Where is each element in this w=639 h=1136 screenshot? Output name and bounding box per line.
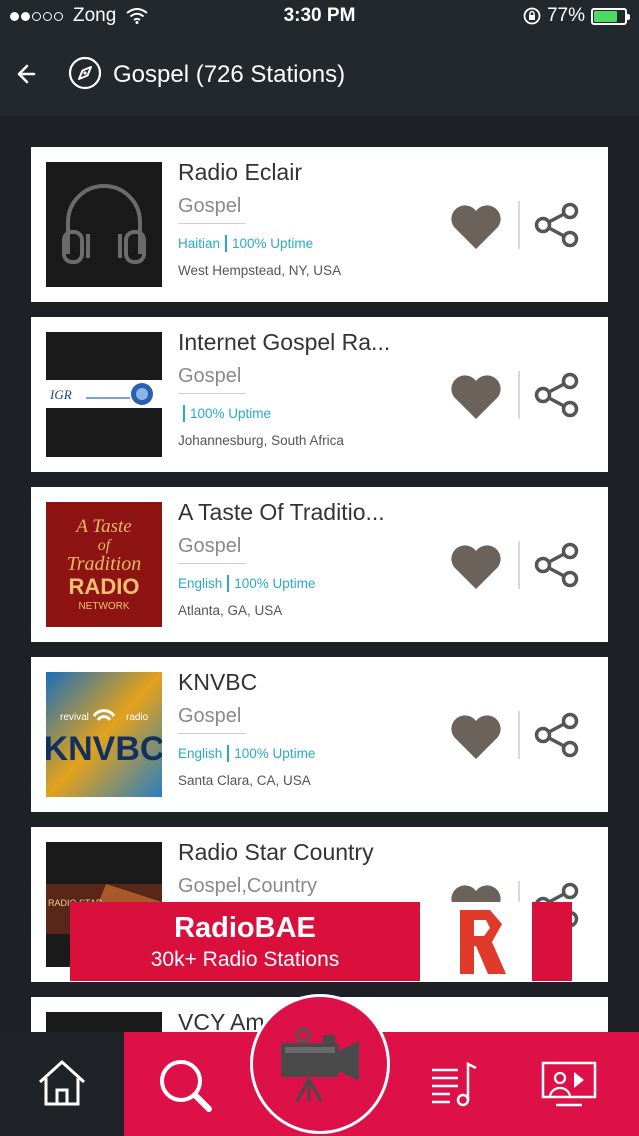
- station-logo: revival radio KNVBC: [46, 672, 162, 797]
- station-language: English: [178, 746, 223, 761]
- divider: [518, 371, 520, 419]
- station-uptime: 100% Uptime: [234, 746, 316, 761]
- station-name[interactable]: KNVBC: [178, 669, 257, 696]
- svg-text:NETWORK: NETWORK: [78, 601, 129, 612]
- divider: [518, 541, 520, 589]
- heart-icon[interactable]: [449, 543, 503, 591]
- station-genre: Gospel: [178, 535, 246, 564]
- svg-text:A Taste: A Taste: [74, 516, 131, 537]
- station-logo: [46, 1012, 162, 1032]
- radiobae-logo-icon: [460, 902, 552, 981]
- station-uptime: 100% Uptime: [232, 236, 314, 251]
- status-bar: Zong 3:30 PM 77%: [0, 0, 639, 32]
- battery-group: 77%: [523, 5, 630, 27]
- svg-text:KNVBC: KNVBC: [46, 730, 162, 768]
- playlist-icon[interactable]: [428, 1058, 480, 1110]
- station-card[interactable]: revival radio KNVBC KNVBC Gospel English…: [31, 657, 608, 812]
- divider: [518, 711, 520, 759]
- station-location: West Hempstead, NY, USA: [178, 263, 342, 278]
- heart-icon[interactable]: [449, 203, 503, 251]
- video-icon[interactable]: [540, 1060, 598, 1110]
- app-header: Gospel (726 Stations): [0, 32, 639, 116]
- heart-icon[interactable]: [449, 373, 503, 421]
- taste-of-tradition-logo: A Taste of Tradition RADIO NETWORK: [46, 502, 162, 627]
- svg-text:IGR: IGR: [49, 387, 72, 402]
- divider: [518, 201, 520, 249]
- headphones-icon: [62, 184, 146, 264]
- share-icon[interactable]: [534, 542, 580, 588]
- station-card[interactable]: IGR Internet Gospel Ra... Gospel 100% Up…: [31, 317, 608, 472]
- compass-icon: [68, 56, 102, 90]
- knvbc-logo: revival radio KNVBC: [46, 672, 162, 797]
- ad-subtitle: 30k+ Radio Stations: [150, 948, 340, 971]
- share-icon[interactable]: [534, 202, 580, 248]
- svg-text:RADIO: RADIO: [69, 574, 140, 599]
- station-logo: [46, 162, 162, 287]
- page-title: Gospel (726 Stations): [113, 61, 346, 88]
- share-icon[interactable]: [534, 372, 580, 418]
- battery-icon: [591, 7, 630, 25]
- heart-icon[interactable]: [449, 713, 503, 761]
- station-meta: English 100% Uptime: [178, 745, 315, 762]
- station-location: Atlanta, GA, USA: [178, 603, 283, 618]
- station-language: English: [178, 576, 223, 591]
- ad-banner[interactable]: RadioBAE 30k+ Radio Stations: [70, 902, 572, 981]
- home-icon[interactable]: [36, 1056, 88, 1108]
- rotation-lock-icon: [523, 7, 541, 25]
- ad-title: RadioBAE: [174, 912, 316, 944]
- battery-percent: 77%: [546, 5, 585, 26]
- station-location: Johannesburg, South Africa: [178, 433, 344, 448]
- station-name[interactable]: Radio Eclair: [178, 159, 302, 186]
- ad-logo: [420, 902, 552, 981]
- station-name[interactable]: A Taste Of Traditio...: [178, 499, 385, 526]
- record-camera-icon: [281, 1027, 359, 1102]
- station-uptime: 100% Uptime: [190, 406, 272, 421]
- svg-text:revival: revival: [60, 712, 89, 723]
- station-card[interactable]: Radio Eclair Gospel Haitian 100% Uptime …: [31, 147, 608, 302]
- station-logo: A Taste of Tradition RADIO NETWORK: [46, 502, 162, 627]
- station-logo: IGR: [46, 332, 162, 457]
- station-meta: English 100% Uptime: [178, 575, 315, 592]
- station-card[interactable]: A Taste of Tradition RADIO NETWORK A Tas…: [31, 487, 608, 642]
- station-genre: Gospel: [178, 365, 246, 394]
- station-genre: Gospel,Country: [178, 875, 317, 904]
- station-name[interactable]: Internet Gospel Ra...: [178, 329, 390, 356]
- igr-logo: IGR: [46, 380, 162, 408]
- record-button[interactable]: [250, 994, 390, 1134]
- station-genre: Gospel: [178, 195, 246, 224]
- back-arrow-icon[interactable]: [14, 60, 42, 88]
- search-icon[interactable]: [156, 1056, 214, 1114]
- station-genre: Gospel: [178, 705, 246, 734]
- station-meta: Haitian 100% Uptime: [178, 235, 313, 252]
- station-language: Haitian: [178, 236, 221, 251]
- station-uptime: 100% Uptime: [234, 576, 316, 591]
- station-list[interactable]: Radio Eclair Gospel Haitian 100% Uptime …: [0, 116, 639, 1032]
- svg-text:radio: radio: [126, 712, 149, 723]
- share-icon[interactable]: [534, 712, 580, 758]
- svg-text:Tradition: Tradition: [67, 553, 141, 575]
- station-name[interactable]: Radio Star Country: [178, 839, 374, 866]
- station-meta: 100% Uptime: [178, 405, 271, 422]
- station-location: Santa Clara, CA, USA: [178, 773, 311, 788]
- nav-home[interactable]: [0, 1032, 124, 1136]
- station-name[interactable]: VCY Am: [178, 1009, 265, 1032]
